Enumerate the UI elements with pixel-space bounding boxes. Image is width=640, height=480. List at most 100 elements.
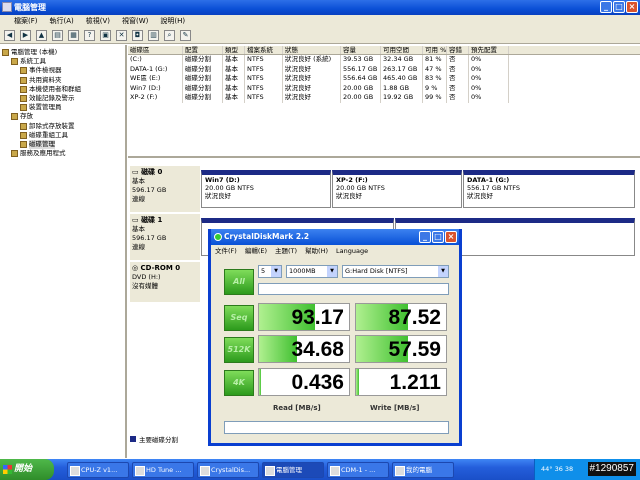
start-button[interactable]: 開始	[0, 459, 54, 480]
table-cell: 磁碟分割	[183, 83, 223, 93]
search-icon[interactable]: ⌕	[164, 30, 175, 41]
4k-button[interactable]: 4K	[224, 370, 254, 396]
comment-field[interactable]	[258, 283, 449, 295]
table-row[interactable]: (C:) 磁碟分割 基本 NTFS 狀況良好 (系統) 39.53 GB 32.34 GB 8…	[128, 55, 640, 65]
tree-item-label: 磁碟重組工具	[29, 130, 68, 139]
export-icon[interactable]: ▥	[148, 30, 159, 41]
partition-status: 狀況良好	[467, 192, 493, 200]
cdm-menu-file[interactable]: 文件(F)	[215, 245, 237, 257]
cdm-menu-help[interactable]: 幫助(H)	[305, 245, 328, 257]
partition-xp2[interactable]: XP-2 (F:) 20.00 GB NTFS 狀況良好	[332, 170, 462, 208]
legend-label: 主要磁碟分割	[139, 436, 178, 444]
cdm-menu-edit[interactable]: 編輯(E)	[245, 245, 267, 257]
cdm-close-button[interactable]: ×	[445, 231, 457, 243]
column-header[interactable]: 磁碟區	[128, 46, 183, 54]
cdm-maximize-button[interactable]: □	[432, 231, 444, 243]
window-title-bar[interactable]: 電腦管理 _ □ ×	[0, 0, 640, 15]
cdm-menu-language[interactable]: Language	[336, 245, 368, 257]
table-cell: NTFS	[245, 64, 283, 74]
runs-select[interactable]: 5 ▼	[258, 265, 282, 278]
tree-item[interactable]: 事件檢視器	[2, 66, 123, 75]
forward-icon[interactable]: ▶	[20, 30, 31, 41]
cdrom-icon: ◎	[132, 264, 141, 272]
table-cell: 556.64 GB	[341, 74, 381, 84]
cdm-menu-bar: 文件(F) 編輯(E) 主題(T) 幫助(H) Language	[211, 245, 459, 257]
taskbar-button[interactable]: HD Tune ...	[132, 461, 194, 478]
column-header[interactable]: 可用 %	[423, 46, 447, 54]
menu-window[interactable]: 視窗(W)	[122, 15, 148, 28]
disk-0[interactable]: ▭ 磁碟 0 基本 596.17 GB 連線 Win7 (D:) 20.00 G…	[128, 166, 638, 212]
table-cell: WE區 (E:)	[128, 74, 183, 84]
table-cell: DATA-1 (G:)	[128, 64, 183, 74]
disk-icon[interactable]: ◘	[132, 30, 143, 41]
taskbar-button[interactable]: CrystalDis...	[197, 461, 259, 478]
cdrom-0-label: ◎ CD-ROM 0 DVD (H:) 沒有媒體	[130, 262, 200, 302]
tree-item[interactable]: 服務及應用程式	[2, 149, 123, 158]
table-cell: 0%	[469, 83, 509, 93]
drive-select[interactable]: G:Hard Disk [NTFS] ▼	[342, 265, 449, 278]
512k-button[interactable]: 512K	[224, 337, 254, 363]
delete-icon[interactable]: ✕	[116, 30, 127, 41]
up-folder-icon[interactable]: ▲	[36, 30, 47, 41]
table-cell: 1.88 GB	[381, 83, 423, 93]
table-row[interactable]: Win7 (D:) 磁碟分割 基本 NTFS 狀況良好 20.00 GB 1.88 GB 9 …	[128, 83, 640, 93]
table-cell: 20.00 GB	[341, 83, 381, 93]
crystaldiskmark-window[interactable]: CrystalDiskMark 2.2 _ □ × 文件(F) 編輯(E) 主題…	[208, 229, 462, 446]
tree-item[interactable]: 效能記錄及警示	[2, 94, 123, 103]
column-header[interactable]: 預先配置	[469, 46, 509, 54]
tree-item[interactable]: 磁碟重組工具	[2, 131, 123, 140]
table-cell: 32.34 GB	[381, 55, 423, 65]
menu-view[interactable]: 檢視(V)	[86, 15, 110, 28]
all-button[interactable]: All	[224, 269, 254, 295]
column-header[interactable]: 可用空間	[381, 46, 423, 54]
column-header[interactable]: 檔案系統	[245, 46, 283, 54]
tree-item[interactable]: 系統工具	[2, 57, 123, 66]
refresh-icon[interactable]: ▣	[100, 30, 111, 41]
table-cell: 47 %	[423, 64, 447, 74]
column-header[interactable]: 狀態	[283, 46, 341, 54]
taskbar-button[interactable]: 電腦管理	[262, 461, 324, 478]
taskbar-button[interactable]: 我的電腦	[392, 461, 454, 478]
seq-button[interactable]: Seq	[224, 305, 254, 331]
table-row[interactable]: DATA-1 (G:) 磁碟分割 基本 NTFS 狀況良好 556.17 GB 263.17…	[128, 64, 640, 74]
show-tree-icon[interactable]: ▤	[52, 30, 63, 41]
settings-icon[interactable]: ✎	[180, 30, 191, 41]
tree-item[interactable]: 裝置管理員	[2, 103, 123, 112]
table-cell: 39.53 GB	[341, 55, 381, 65]
tree-item-label: 服務及應用程式	[20, 149, 66, 158]
table-cell: 否	[447, 93, 469, 103]
close-button[interactable]: ×	[626, 1, 638, 13]
cdrom-name: CD-ROM 0	[140, 264, 181, 272]
table-row[interactable]: XP-2 (F:) 磁碟分割 基本 NTFS 狀況良好 20.00 GB 19.92 GB 9…	[128, 93, 640, 103]
back-icon[interactable]: ◀	[4, 30, 15, 41]
column-header[interactable]: 類型	[223, 46, 245, 54]
tree-item[interactable]: 磁碟管理	[2, 139, 123, 150]
disk-status: 連線	[132, 195, 145, 203]
tree-item[interactable]: 電腦管理 (本機)	[2, 48, 123, 57]
menu-file[interactable]: 檔案(F)	[14, 15, 38, 28]
tree-item[interactable]: 卸除式存放裝置	[2, 122, 123, 131]
column-header[interactable]: 容錯	[447, 46, 469, 54]
tree-item[interactable]: 存放	[2, 112, 123, 121]
taskbar-button[interactable]: CDM-1 - ...	[327, 461, 389, 478]
partition-win7[interactable]: Win7 (D:) 20.00 GB NTFS 狀況良好	[201, 170, 331, 208]
properties-icon[interactable]: ▦	[68, 30, 79, 41]
tree-item[interactable]: 共用資料夾	[2, 76, 123, 85]
menu-help[interactable]: 說明(H)	[160, 15, 185, 28]
help-icon[interactable]: ?	[84, 30, 95, 41]
partition-data1[interactable]: DATA-1 (G:) 556.17 GB NTFS 狀況良好	[463, 170, 635, 208]
minimize-button[interactable]: _	[600, 1, 612, 13]
table-row[interactable]: WE區 (E:) 磁碟分割 基本 NTFS 狀況良好 556.64 GB 465.40 GB…	[128, 74, 640, 84]
cdm-title-bar[interactable]: CrystalDiskMark 2.2 _ □ ×	[211, 229, 459, 245]
menu-action[interactable]: 執行(A)	[50, 15, 74, 28]
folder-icon	[11, 150, 18, 158]
cdm-menu-theme[interactable]: 主題(T)	[275, 245, 297, 257]
column-header[interactable]: 配置	[183, 46, 223, 54]
tree-item[interactable]: 本機使用者和群組	[2, 85, 123, 94]
size-select[interactable]: 1000MB ▼	[286, 265, 338, 278]
maximize-button[interactable]: □	[613, 1, 625, 13]
tree-item-label: 存放	[20, 112, 33, 121]
taskbar-button[interactable]: CPU-Z v1...	[67, 461, 129, 478]
cdm-minimize-button[interactable]: _	[419, 231, 431, 243]
column-header[interactable]: 容量	[341, 46, 381, 54]
